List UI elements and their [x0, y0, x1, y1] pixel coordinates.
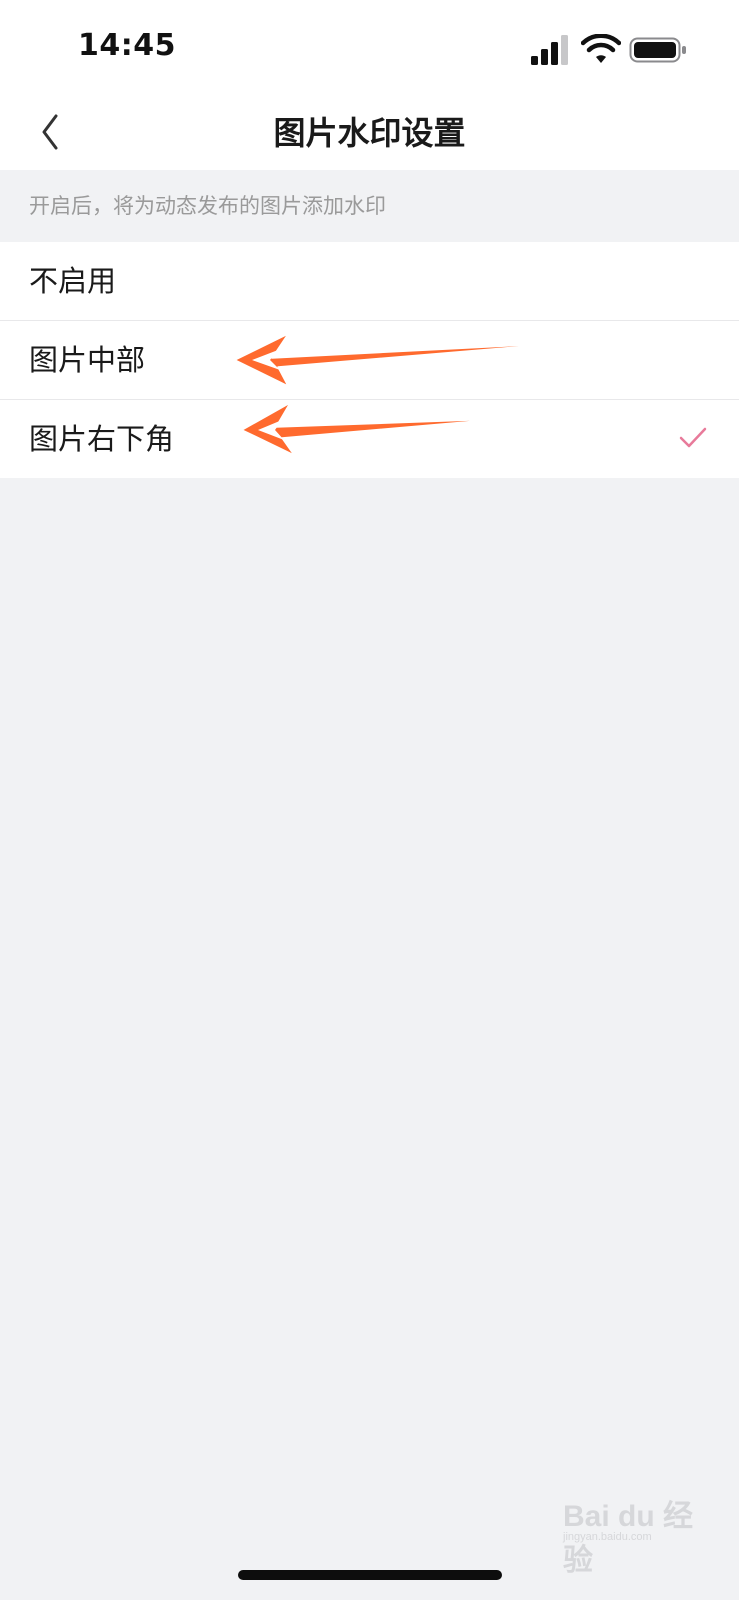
watermark-logo: Bai du 经验 jingyan.baidu.com	[563, 1491, 703, 1577]
wifi-icon	[581, 34, 621, 63]
checkmark-icon	[679, 427, 707, 448]
cellular-signal-icon	[531, 35, 568, 65]
option-label: 不启用	[29, 264, 117, 298]
navigation-bar: 图片水印设置	[0, 96, 739, 170]
option-label: 图片中部	[29, 343, 146, 377]
home-indicator[interactable]	[238, 1570, 502, 1580]
watermark-text: Bai du 经验	[563, 1500, 694, 1577]
option-center[interactable]: 图片中部	[0, 321, 739, 400]
option-bottom-right[interactable]: 图片右下角	[0, 400, 739, 478]
top-section: 14:45 图片水印设置	[0, 0, 739, 170]
hint-text: 开启后，将为动态发布的图片添加水印	[0, 170, 739, 242]
option-disabled[interactable]: 不启用	[0, 242, 739, 321]
watermark-options-list: 不启用 图片中部 图片右下角	[0, 242, 739, 478]
battery-icon	[629, 37, 686, 63]
status-icons	[529, 34, 689, 66]
status-bar: 14:45	[0, 0, 739, 96]
watermark-subtext: jingyan.baidu.com	[563, 1531, 652, 1543]
option-label: 图片右下角	[29, 422, 175, 456]
page-title: 图片水印设置	[273, 114, 466, 152]
status-time: 14:45	[78, 28, 176, 63]
